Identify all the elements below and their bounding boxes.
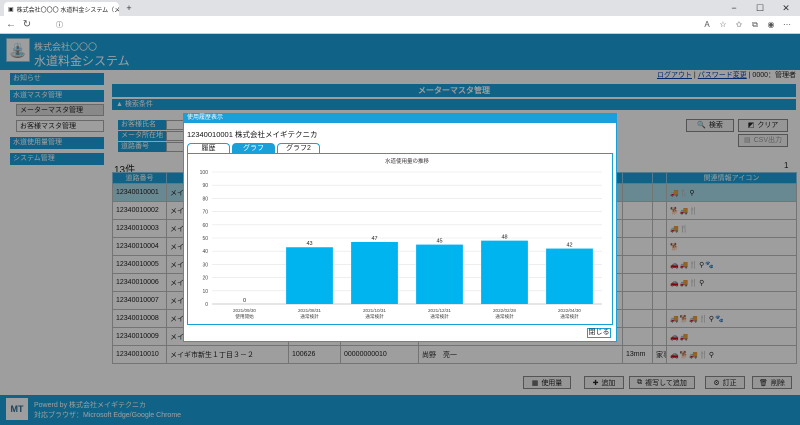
url-field[interactable]: ⓘ bbox=[56, 18, 696, 32]
dialog-record-label: 12340010001 株式会社メイギテクニカ bbox=[187, 130, 318, 139]
y-tick-label: 10 bbox=[202, 289, 208, 295]
bar bbox=[416, 244, 463, 304]
bar bbox=[286, 247, 333, 304]
x-tick-label: 通常検針 bbox=[365, 313, 384, 320]
dialog-title: 使用履歴表示 bbox=[184, 114, 616, 123]
new-tab-button[interactable]: + bbox=[122, 0, 136, 16]
dialog-close-button[interactable]: 閉じる bbox=[587, 328, 611, 338]
x-tick-label: 通常検針 bbox=[430, 313, 449, 320]
x-tick-label: 使用開始 bbox=[235, 313, 254, 320]
y-tick-label: 70 bbox=[202, 210, 208, 216]
favorites-bar-icon[interactable]: ✩ bbox=[732, 18, 746, 32]
read-aloud-icon[interactable]: A bbox=[700, 18, 714, 32]
bar-data-label: 43 bbox=[306, 241, 312, 247]
favorite-icon[interactable]: ☆ bbox=[716, 18, 730, 32]
y-tick-label: 100 bbox=[200, 170, 209, 176]
tab-history[interactable]: 履歴 bbox=[187, 143, 230, 153]
bar-data-label: 48 bbox=[501, 235, 507, 241]
y-tick-label: 30 bbox=[202, 262, 208, 268]
close-window-button[interactable]: ✕ bbox=[774, 0, 798, 16]
tab-graph[interactable]: グラフ bbox=[232, 143, 275, 153]
x-tick-label: 通常検針 bbox=[560, 313, 579, 320]
maximize-button[interactable]: ☐ bbox=[748, 0, 772, 16]
bar bbox=[351, 241, 398, 304]
back-icon[interactable]: ← bbox=[4, 18, 18, 32]
bar-data-label: 42 bbox=[566, 243, 572, 249]
x-tick-label: 2022/04/30 bbox=[558, 308, 581, 313]
bar bbox=[546, 248, 593, 304]
browser-tab[interactable]: ▣ 株式会社〇〇〇 水道料金システム（メーター ✕ bbox=[4, 2, 119, 16]
x-tick-label: 通常検針 bbox=[300, 313, 319, 320]
tab-graph2[interactable]: グラフ2 bbox=[277, 143, 320, 153]
profile-icon[interactable]: ◉ bbox=[764, 18, 778, 32]
y-tick-label: 80 bbox=[202, 196, 208, 202]
page-favicon-icon: ▣ bbox=[8, 6, 14, 13]
browser-tab-title: 株式会社〇〇〇 水道料金システム（メーター bbox=[16, 7, 119, 14]
bar bbox=[481, 240, 528, 304]
y-tick-label: 20 bbox=[202, 276, 208, 282]
bar-data-label: 0 bbox=[243, 298, 246, 304]
usage-history-dialog: 使用履歴表示 12340010001 株式会社メイギテクニカ 履歴 グラフ グラ… bbox=[183, 113, 617, 342]
refresh-icon[interactable]: ↻ bbox=[20, 18, 34, 32]
y-tick-label: 50 bbox=[202, 236, 208, 242]
x-tick-label: 2022/02/28 bbox=[493, 308, 516, 313]
bar-data-label: 45 bbox=[436, 239, 442, 245]
chart-panel: 水道使用量の推移 0 10 20 30 40 50 60 70 80 90 100 0 2021/09/3… bbox=[187, 153, 613, 325]
usage-bar-chart: 水道使用量の推移 0 10 20 30 40 50 60 70 80 90 100 0 2021/09/3… bbox=[200, 157, 602, 320]
y-tick-label: 40 bbox=[202, 249, 208, 255]
y-tick-label: 90 bbox=[202, 183, 208, 189]
collections-icon[interactable]: ⧉ bbox=[748, 18, 762, 32]
x-tick-label: 2021/12/31 bbox=[428, 308, 451, 313]
info-icon: ⓘ bbox=[56, 22, 63, 29]
browser-tab-bar bbox=[0, 0, 800, 16]
x-tick-label: 2021/08/31 bbox=[298, 308, 321, 313]
x-tick-label: 2021/10/31 bbox=[363, 308, 386, 313]
x-tick-label: 通常検針 bbox=[495, 313, 514, 320]
minimize-button[interactable]: − bbox=[722, 0, 746, 16]
chart-title: 水道使用量の推移 bbox=[385, 157, 430, 165]
bar-data-label: 47 bbox=[371, 236, 377, 242]
menu-dots-icon[interactable]: ⋯ bbox=[780, 18, 794, 32]
y-tick-label: 0 bbox=[205, 302, 208, 308]
y-tick-label: 60 bbox=[202, 223, 208, 229]
x-tick-label: 2021/09/30 bbox=[233, 308, 256, 313]
